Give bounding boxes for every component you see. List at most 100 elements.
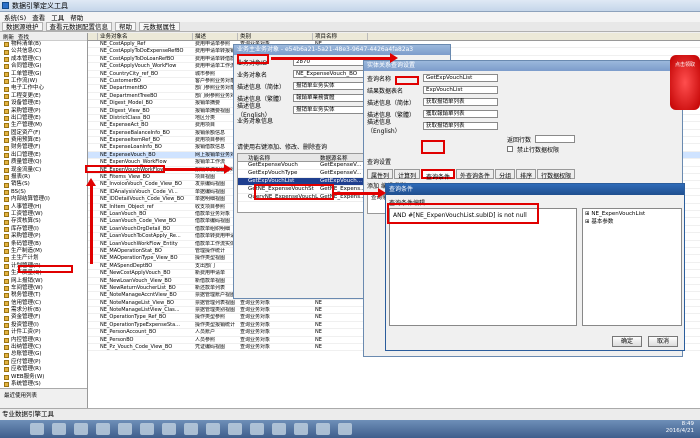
tree-item[interactable]: 采购管理(P) [0, 108, 87, 115]
grid-header-col[interactable]: 项目名称 [313, 33, 368, 40]
table-cell: NE_IDAnalysisVouch_Code_Vi... [100, 188, 178, 195]
grid-header-col[interactable]: 类别 [238, 33, 313, 40]
taskbar-app-icon[interactable] [316, 423, 330, 435]
taskbar-app-icon[interactable] [272, 423, 286, 435]
field-input[interactable]: 报销单业务实体 [293, 106, 373, 114]
taskbar-app-icon[interactable] [140, 423, 154, 435]
field-input[interactable]: ExpVouchList [423, 86, 498, 94]
taskbar-app-icon[interactable] [338, 423, 352, 435]
tree-item[interactable]: 生产管理(M) [0, 122, 87, 129]
tab-0[interactable]: 属性列 [367, 169, 394, 180]
tree-item[interactable]: 设备管理(E) [0, 100, 87, 107]
menu-help[interactable]: 帮助 [70, 12, 83, 22]
taskbar-app-icon[interactable] [250, 423, 264, 435]
tab-3[interactable]: 外查询条件 [456, 169, 495, 180]
datasource-tab[interactable]: 数据源维护 [2, 22, 43, 31]
table-cell: 部门参照业务对象 [195, 85, 236, 92]
tree-item[interactable]: 工单管理(G) [0, 71, 87, 78]
tree-item[interactable]: 采购管理(P) [0, 233, 87, 240]
tree-item[interactable]: 计件工资(P) [0, 329, 87, 336]
tree-item[interactable]: 信用管理(C) [0, 300, 87, 307]
field-input[interactable]: GetExpVouchList [423, 74, 498, 82]
tree-item[interactable]: 固定资产(F) [0, 130, 87, 137]
tree-item[interactable]: 生产质量(Q) [0, 270, 87, 277]
condition-expression-editor[interactable]: AND #[NE_ExpenVouchList.subID] is not nu… [389, 208, 577, 326]
tree-item[interactable]: 财务管理(F) [0, 144, 87, 151]
grid-header-col[interactable]: 描述 [193, 33, 238, 40]
field-input[interactable]: NE_ExpenseVouch_BO [293, 70, 373, 78]
field-input[interactable]: 獲取報銷單列表 [423, 110, 498, 118]
taskbar-app-icon[interactable] [294, 423, 308, 435]
metadata-property-tab[interactable]: 元数据属性 [139, 22, 180, 31]
tree-item[interactable]: 资金管理(F) [0, 314, 87, 321]
taskbar-app-icon[interactable] [184, 423, 198, 435]
table-header-col[interactable]: 功能名称 [248, 154, 320, 162]
taskbar-app-icon[interactable] [228, 423, 242, 435]
tab-1[interactable]: 计算列 [394, 169, 421, 180]
tree-item[interactable]: 合同管理(G) [0, 63, 87, 70]
find-button[interactable]: 查找 [18, 33, 29, 41]
folder-icon [4, 71, 9, 77]
tab-6[interactable]: 行数据权限 [537, 169, 576, 180]
annotation-arrow-head [86, 178, 96, 186]
promo-badge[interactable]: 点击领取 [670, 55, 700, 110]
tree-item[interactable]: 主生产计划 [0, 255, 87, 262]
table-cell [88, 144, 98, 150]
table-cell: NE_CustomerBO [100, 77, 141, 84]
tab-4[interactable]: 分组 [495, 169, 516, 180]
tree-item[interactable]: 条码管理(B) [0, 241, 87, 248]
menu-view[interactable]: 查看 [32, 12, 45, 22]
menu-tools[interactable]: 工具 [51, 12, 64, 22]
taskbar-app-icon[interactable] [74, 423, 88, 435]
help-tab[interactable]: 帮助 [115, 22, 136, 31]
field-input[interactable]: 报销单业务实体 [293, 82, 373, 90]
tree-item[interactable]: 内控管理(R) [0, 337, 87, 344]
cancel-button[interactable]: 取消 [648, 336, 678, 347]
tree-item[interactable]: WEB服务(W) [0, 374, 87, 381]
permission-checkbox[interactable] [507, 146, 513, 152]
status-text: 专业数据引擎工具 [2, 410, 54, 418]
tree-item[interactable]: 人事管理(H) [0, 204, 87, 211]
field-input[interactable]: 获取报销单列表 [423, 98, 498, 106]
system-clock[interactable]: 8:49 2016/4/21 [666, 421, 694, 435]
field-input[interactable]: 報銷單業務實體 [293, 94, 373, 102]
tree-item[interactable]: 内部结算管理(I) [0, 196, 87, 203]
taskbar-app-icon[interactable] [118, 423, 132, 435]
tree-item[interactable]: 总账管理(G) [0, 351, 87, 358]
table-cell: NE_PersonAccount_BO [100, 329, 157, 336]
menu-system[interactable]: 系统(S) [4, 12, 26, 22]
taskbar-app-icon[interactable] [52, 423, 66, 435]
folder-icon [4, 190, 9, 195]
tree-item[interactable]: 网上报销(W) [0, 278, 87, 285]
tree-item[interactable]: 现金流量(C) [0, 167, 87, 174]
tree-item[interactable]: 电子工作中心 [0, 85, 87, 92]
metadata-config-tab[interactable]: 查看元数据配置信息 [45, 22, 112, 31]
tab-5[interactable]: 排序 [516, 169, 537, 180]
tree-item[interactable]: 税务管理(T) [0, 292, 87, 299]
table-cell [88, 108, 98, 114]
grid-header-col[interactable] [88, 33, 98, 40]
tree-item[interactable]: 质量管理(Q) [0, 159, 87, 166]
tree-item[interactable]: 计划管理(P) [0, 263, 87, 270]
field-tree-child[interactable]: ⊞ 基本参数 [585, 217, 679, 225]
tree-item[interactable]: 存货核算(S) [0, 218, 87, 225]
annotation-arrow-head [390, 53, 398, 63]
tree-item-label: 公共信息(C) [11, 48, 42, 55]
tree-item[interactable]: 公共信息(C) [0, 48, 87, 55]
taskbar-app-icon[interactable] [206, 423, 220, 435]
taskbar-app-icon[interactable] [96, 423, 110, 435]
tab-2[interactable]: 查询条件 [421, 169, 456, 181]
tree-item[interactable]: 应收管理(R) [0, 366, 87, 373]
grid-header-col[interactable]: 业务对象名 [98, 33, 193, 40]
refresh-button[interactable]: 刷新 [3, 33, 14, 41]
annotation-arrow-line [165, 168, 225, 171]
tree-item[interactable]: 销售(S) [0, 181, 87, 188]
field-input[interactable]: 获取报销单列表 [423, 122, 498, 130]
table-cell: GetExpVouchType [248, 170, 298, 176]
table-cell: NE_ExpenseBalanceInfo_BO [100, 129, 170, 136]
ok-button[interactable]: 确定 [612, 336, 642, 347]
taskbar-app-icon[interactable] [30, 423, 44, 435]
recent-list-label[interactable]: 最近使用列表 [0, 389, 87, 401]
taskbar-app-icon[interactable] [162, 423, 176, 435]
return-rows-input[interactable] [535, 135, 576, 143]
